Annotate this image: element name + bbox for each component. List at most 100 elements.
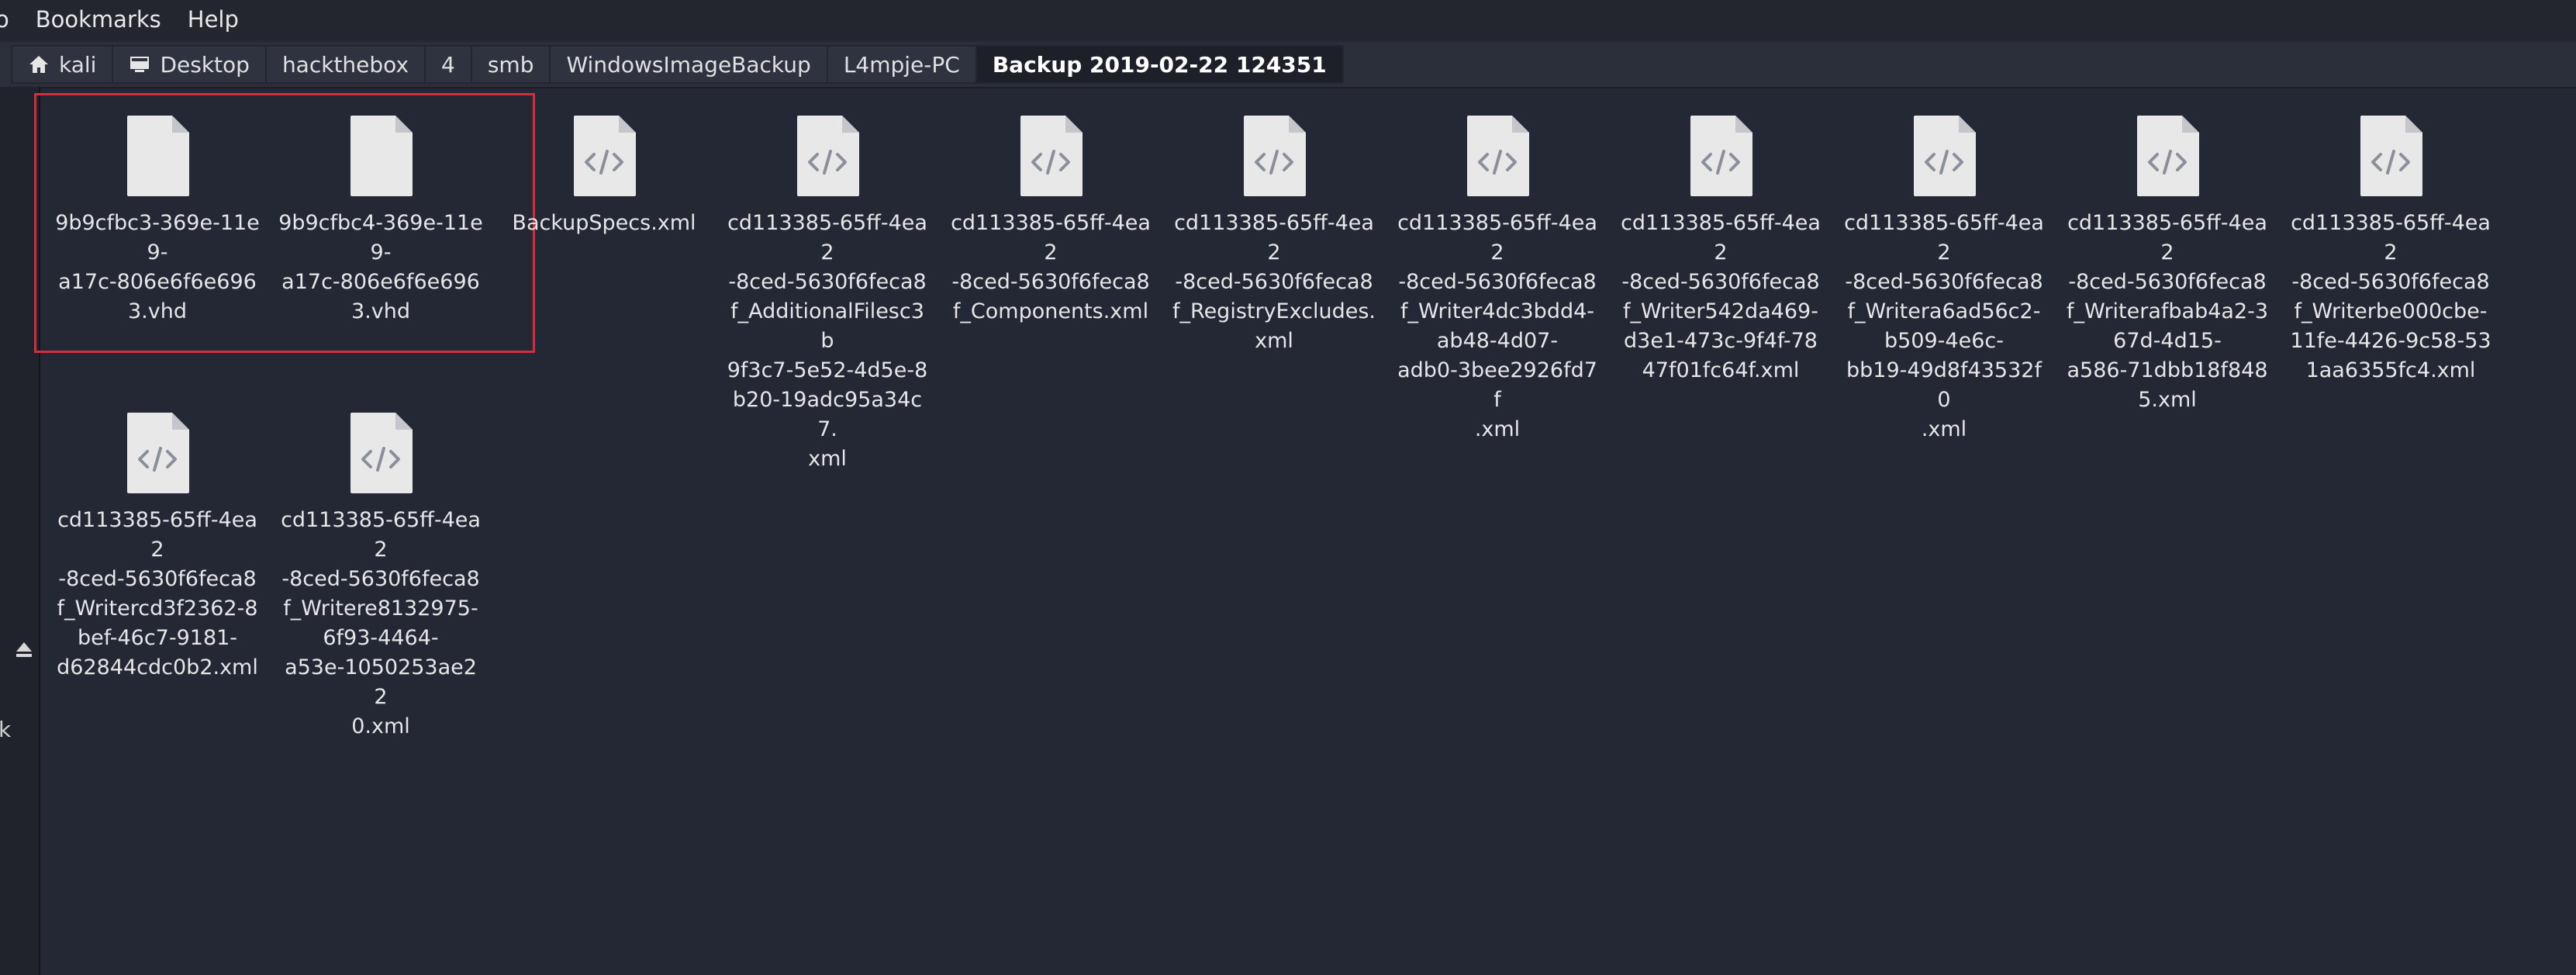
- crumb-hackthebox[interactable]: hackthebox: [264, 45, 425, 84]
- file-name-line: f_Writerafbab4a2-3: [2066, 299, 2269, 323]
- file-item[interactable]: 9b9cfbc4-369e-11e 9- a17c-806e6f6e696 3.vhd: [278, 114, 483, 327]
- file-name-line: 3.vhd: [128, 299, 187, 323]
- file-name: 9b9cfbc4-369e-11e 9- a17c-806e6f6e696 3.vhd: [278, 209, 483, 327]
- file-name-line: f_RegistryExcludes.: [1172, 299, 1376, 323]
- xml-file-icon: [1244, 116, 1306, 196]
- eject-icon[interactable]: [14, 639, 34, 659]
- file-name: cd113385-65ff-4ea2 -8ced-5630f6feca8 f_Wri…: [1395, 209, 1600, 444]
- crumb-label: Desktop: [160, 51, 250, 78]
- file-name: cd113385-65ff-4ea2 -8ced-5630f6feca8 f_Com…: [948, 209, 1153, 327]
- crumb-kali[interactable]: kali: [11, 45, 112, 84]
- file-name-line: cd113385-65ff-4ea2: [57, 508, 257, 562]
- file-name: cd113385-65ff-4ea2 -8ced-5630f6feca8 f_Add…: [725, 209, 930, 474]
- file-name-line: -8ced-5630f6feca8: [2068, 270, 2267, 294]
- file-item[interactable]: cd113385-65ff-4ea2 -8ced-5630f6feca8 f_Wri…: [1618, 114, 1823, 386]
- file-name-line: cd113385-65ff-4ea2: [951, 211, 1151, 264]
- file-name: cd113385-65ff-4ea2 -8ced-5630f6feca8 f_Wri…: [2065, 209, 2270, 415]
- file-name-line: xml: [808, 447, 847, 471]
- file-name-line: 1aa6355fc4.xml: [2305, 358, 2476, 382]
- crumb-backup-current[interactable]: Backup 2019-02-22 124351: [975, 45, 1344, 84]
- file-name-line: -8ced-5630f6feca8: [281, 567, 480, 591]
- file-name-line: a17c-806e6f6e696: [281, 270, 480, 294]
- file-name-line: ab48-4d07-: [1436, 329, 1559, 353]
- file-name-line: -8ced-5630f6feca8: [728, 270, 927, 294]
- xml-file-icon: [1914, 116, 1976, 196]
- xml-file-icon: [1690, 116, 1752, 196]
- file-item[interactable]: BackupSpecs.xml: [502, 114, 706, 238]
- file-name-line: f_Components.xml: [952, 299, 1149, 323]
- crumb-label: hackthebox: [281, 51, 409, 78]
- file-name-line: xml: [1255, 329, 1293, 353]
- menu-bar: o Bookmarks Help: [0, 0, 2576, 39]
- file-item[interactable]: cd113385-65ff-4ea2 -8ced-5630f6feca8 f_Add…: [725, 114, 930, 474]
- file-name-line: 3.vhd: [351, 299, 410, 323]
- crumb-windowsimagebackup[interactable]: WindowsImageBackup: [549, 45, 827, 84]
- crumb-label: L4mpje-PC: [843, 51, 960, 78]
- file-name-line: cd113385-65ff-4ea2: [1174, 211, 1374, 264]
- xml-file-icon: [2137, 116, 2199, 196]
- file-item[interactable]: cd113385-65ff-4ea2 -8ced-5630f6feca8 f_Wri…: [1842, 114, 2046, 444]
- file-item[interactable]: cd113385-65ff-4ea2 -8ced-5630f6feca8 f_Com…: [948, 114, 1153, 327]
- file-item[interactable]: cd113385-65ff-4ea2 -8ced-5630f6feca8 f_Wri…: [2288, 114, 2493, 386]
- file-item[interactable]: 9b9cfbc3-369e-11e 9- a17c-806e6f6e696 3.vhd: [55, 114, 260, 327]
- file-name-line: cd113385-65ff-4ea2: [2067, 211, 2267, 264]
- crumb-l4mpje-pc[interactable]: L4mpje-PC: [826, 45, 975, 84]
- file-name-line: cd113385-65ff-4ea2: [1844, 211, 2044, 264]
- file-name: cd113385-65ff-4ea2 -8ced-5630f6feca8 f_Wri…: [55, 506, 260, 683]
- file-name: BackupSpecs.xml: [502, 209, 706, 238]
- file-name-line: f_Writerbe000cbe-: [2294, 299, 2488, 323]
- file-name-line: 11fe-4426-9c58-53: [2290, 329, 2491, 353]
- file-name-line: bef-46c7-9181-: [77, 626, 238, 650]
- file-name-line: -8ced-5630f6feca8: [1845, 270, 2043, 294]
- file-name-line: d3e1-473c-9f4f-78: [1624, 329, 1818, 353]
- file-item[interactable]: cd113385-65ff-4ea2 -8ced-5630f6feca8 f_Reg…: [1172, 114, 1376, 356]
- file-item[interactable]: cd113385-65ff-4ea2 -8ced-5630f6feca8 f_Wri…: [1395, 114, 1600, 444]
- file-name-line: 9-: [147, 240, 168, 264]
- file-name-line: cd113385-65ff-4ea2: [1621, 211, 1821, 264]
- file-name-line: -8ced-5630f6feca8: [1621, 270, 1820, 294]
- menu-go[interactable]: o: [0, 4, 9, 35]
- crumb-4[interactable]: 4: [424, 45, 471, 84]
- file-item[interactable]: cd113385-65ff-4ea2 -8ced-5630f6feca8 f_Wri…: [55, 411, 260, 683]
- file-name-line: a586-71dbb18f848: [2067, 358, 2268, 382]
- file-item[interactable]: cd113385-65ff-4ea2 -8ced-5630f6feca8 f_Wri…: [278, 411, 483, 742]
- desktop-icon: [130, 57, 150, 72]
- file-name: cd113385-65ff-4ea2 -8ced-5630f6feca8 f_Wri…: [278, 506, 483, 742]
- file-name: cd113385-65ff-4ea2 -8ced-5630f6feca8 f_Wri…: [1618, 209, 1823, 386]
- file-name: cd113385-65ff-4ea2 -8ced-5630f6feca8 f_Reg…: [1172, 209, 1376, 356]
- file-icon: [350, 116, 413, 196]
- menu-bookmarks[interactable]: Bookmarks: [36, 4, 161, 35]
- crumb-label: Backup 2019-02-22 124351: [992, 51, 1327, 78]
- file-name-line: f_Writer542da469-: [1623, 299, 1818, 323]
- file-name-line: cd113385-65ff-4ea2: [1397, 211, 1597, 264]
- file-name: cd113385-65ff-4ea2 -8ced-5630f6feca8 f_Wri…: [2288, 209, 2493, 386]
- crumb-label: smb: [487, 51, 534, 78]
- file-name-line: d62844cdc0b2.xml: [57, 655, 258, 679]
- file-name-line: 5.xml: [2138, 388, 2197, 412]
- file-name-line: BackupSpecs.xml: [512, 211, 696, 235]
- file-name-line: 9f3c7-5e52-4d5e-8: [727, 358, 928, 382]
- file-name-line: f_Writercd3f2362-8: [57, 596, 258, 621]
- file-icon: [127, 116, 189, 196]
- file-name-line: cd113385-65ff-4ea2: [2291, 211, 2491, 264]
- xml-file-icon: [1467, 116, 1529, 196]
- file-name-line: -8ced-5630f6feca8: [1175, 270, 1373, 294]
- path-bar: kali Desktop hackthebox 4 smb WindowsIma…: [0, 42, 2576, 88]
- xml-file-icon: [1020, 116, 1083, 196]
- crumb-label: 4: [441, 51, 455, 78]
- crumb-desktop[interactable]: Desktop: [112, 45, 265, 84]
- menu-help[interactable]: Help: [188, 4, 239, 35]
- file-name-line: bb19-49d8f43532f0: [1846, 358, 2042, 412]
- file-name-line: b509-4e6c-: [1884, 329, 2004, 353]
- file-name-line: f_Writera6ad56c2-: [1847, 299, 2041, 323]
- file-name-line: 67d-4d15-: [2113, 329, 2222, 353]
- file-name-line: a53e-1050253ae22: [285, 655, 477, 709]
- file-name-line: 9b9cfbc4-369e-11e: [278, 211, 483, 235]
- sidebar-label[interactable]: k: [0, 717, 11, 742]
- file-name-line: cd113385-65ff-4ea2: [281, 508, 481, 562]
- file-name-line: f_Writer4dc3bdd4-: [1400, 299, 1595, 323]
- file-item[interactable]: cd113385-65ff-4ea2 -8ced-5630f6feca8 f_Wri…: [2065, 114, 2270, 415]
- crumb-smb[interactable]: smb: [470, 45, 550, 84]
- xml-file-icon: [127, 413, 189, 493]
- crumb-label: kali: [59, 51, 97, 78]
